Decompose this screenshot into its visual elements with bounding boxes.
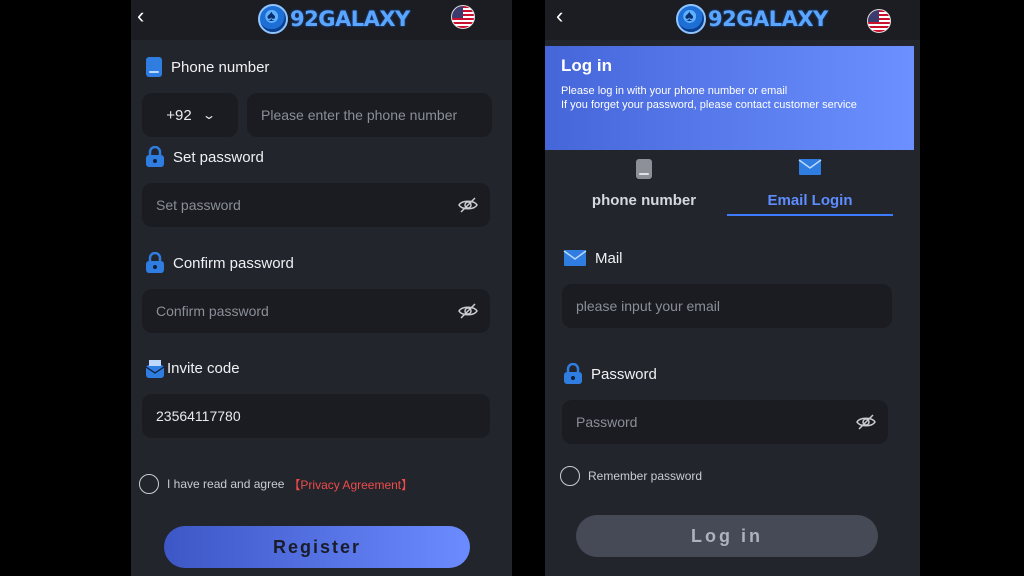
email-input[interactable]	[576, 298, 878, 314]
invite-code-field[interactable]	[142, 394, 490, 438]
set-password-input[interactable]	[156, 197, 476, 213]
country-code-value: +92	[166, 106, 192, 124]
phone-input[interactable]	[261, 107, 478, 123]
password-label-row: Password	[563, 363, 657, 385]
register-button[interactable]: Register	[164, 526, 470, 568]
agree-text: I have read and agree	[167, 477, 285, 491]
invite-label-row: Invite code	[145, 357, 240, 379]
top-bar: ‹ 92GALAXY	[131, 0, 512, 40]
phone-icon	[145, 56, 163, 78]
privacy-agreement-link[interactable]: 【Privacy Agreement】	[288, 476, 413, 493]
phone-field[interactable]	[247, 93, 492, 137]
confirm-password-input[interactable]	[156, 303, 476, 319]
lock-icon	[145, 146, 165, 168]
chevron-down-icon: ⌄	[201, 108, 216, 122]
invite-icon	[145, 357, 165, 379]
phone-label: Phone number	[171, 58, 270, 76]
tab-phone-number[interactable]: phone number	[561, 158, 727, 216]
mail-label-row: Mail	[563, 249, 623, 267]
brand-logo: 92GALAXY	[676, 2, 828, 36]
brand-name: 92GALAXY	[290, 7, 410, 31]
login-screen: ‹ 92GALAXY Log in Please log in with you…	[545, 0, 920, 576]
brand-logo: 92GALAXY	[258, 2, 410, 36]
login-subtitle-2: If you forget your password, please cont…	[561, 99, 857, 111]
agree-radio[interactable]	[139, 474, 159, 494]
login-header-banner: Log in Please log in with your phone num…	[545, 46, 914, 150]
tab-phone-number-label: phone number	[591, 192, 697, 209]
phone-label-row: Phone number	[145, 56, 269, 78]
back-arrow-icon[interactable]: ‹	[556, 5, 563, 27]
password-input[interactable]	[576, 414, 874, 430]
logo-emblem-icon	[676, 4, 706, 34]
brand-name: 92GALAXY	[708, 7, 828, 31]
password-field[interactable]	[562, 400, 888, 444]
flag-us-icon[interactable]	[867, 9, 891, 33]
eye-off-icon[interactable]	[458, 302, 478, 320]
register-screen: ‹ 92GALAXY Phone number +92 ⌄ Set passwo…	[131, 0, 512, 576]
tab-email-login[interactable]: Email Login	[727, 158, 893, 216]
email-field[interactable]	[562, 284, 892, 328]
mail-icon	[727, 158, 893, 182]
tab-email-login-label: Email Login	[767, 192, 853, 209]
stage: ‹ 92GALAXY Phone number +92 ⌄ Set passwo…	[0, 0, 1024, 576]
confirm-password-label: Confirm password	[173, 254, 294, 272]
mail-icon	[563, 249, 587, 267]
mail-label: Mail	[595, 249, 623, 267]
lock-icon	[563, 363, 583, 385]
flag-us-icon[interactable]	[451, 5, 475, 29]
set-password-field[interactable]	[142, 183, 490, 227]
confirm-password-field[interactable]	[142, 289, 490, 333]
remember-label: Remember password	[588, 469, 703, 483]
set-password-label: Set password	[173, 148, 264, 166]
country-code-select[interactable]: +92 ⌄	[142, 93, 238, 137]
invite-label: Invite code	[167, 359, 240, 377]
confirm-password-label-row: Confirm password	[145, 252, 294, 274]
lock-icon	[145, 252, 165, 274]
agreement-row: I have read and agree 【Privacy Agreement…	[139, 474, 413, 494]
back-arrow-icon[interactable]: ‹	[137, 5, 144, 27]
remember-radio[interactable]	[560, 466, 580, 486]
invite-code-input[interactable]	[156, 408, 476, 424]
set-password-label-row: Set password	[145, 146, 264, 168]
login-subtitle-1: Please log in with your phone number or …	[561, 85, 788, 97]
top-bar: ‹ 92GALAXY	[545, 0, 920, 40]
login-button[interactable]: Log in	[576, 515, 878, 557]
password-label: Password	[591, 365, 657, 383]
logo-emblem-icon	[258, 4, 288, 34]
phone-icon	[561, 158, 727, 182]
eye-off-icon[interactable]	[458, 196, 478, 214]
eye-off-icon[interactable]	[856, 413, 876, 431]
login-title: Log in	[561, 56, 612, 75]
remember-row: Remember password	[560, 466, 702, 486]
